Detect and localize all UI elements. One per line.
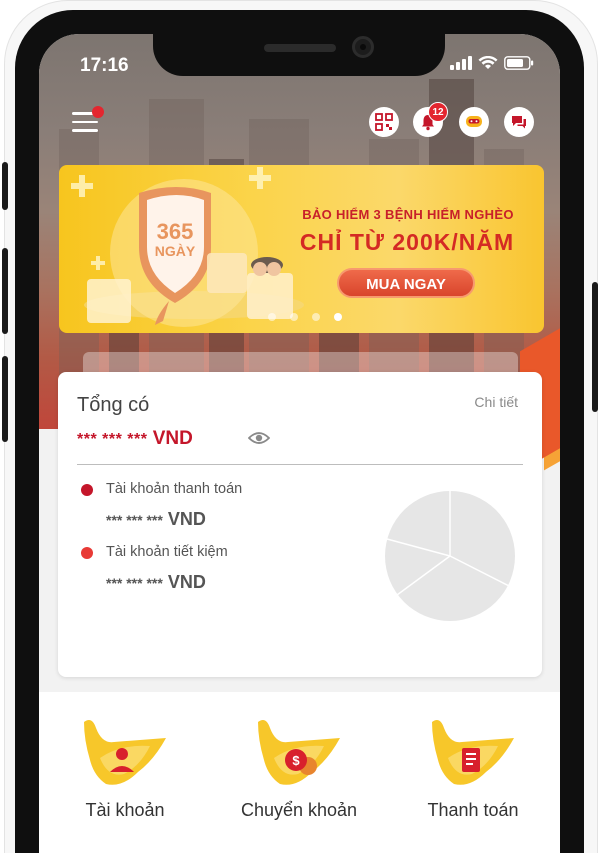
battery-icon [504,56,534,70]
carousel-dot[interactable] [268,313,276,321]
account-shortcut[interactable]: Tài khoản [45,714,205,821]
payment-account-dot [81,484,93,496]
transfer-shortcut[interactable]: $ Chuyển khoản [219,714,379,821]
money-transfer-icon: $ [258,720,340,785]
speaker [264,44,336,52]
volume-up-button [2,248,8,334]
transfer-shortcut-label: Chuyển khoản [240,800,358,820]
chat-button[interactable] [504,107,534,137]
wifi-icon [478,56,498,69]
qr-code-icon [375,113,393,131]
carousel-dot[interactable] [312,313,320,321]
user-icon [84,720,166,785]
eye-icon[interactable] [248,430,270,446]
payment-shortcut-label: Thanh toán [427,800,519,820]
payment-account-value: *** *** *** VND [106,509,206,529]
notification-badge: 12 [428,102,448,122]
total-mask: *** *** *** [77,431,148,448]
savings-account-value: *** *** *** VND [106,572,206,592]
total-balance: *** *** *** VND [77,428,193,450]
qr-button[interactable] [369,107,399,137]
chatbot-button[interactable] [459,107,489,137]
chatbot-icon [466,116,482,127]
card-divider [77,464,523,465]
menu-notification-dot [92,106,104,118]
banner-headline: BẢO HIỂM 3 BỆNH HIỂM NGHÈO [302,207,514,222]
badge-unit: NGÀY [154,243,196,259]
buy-now-button[interactable]: MUA NGAY [337,268,475,298]
balance-pie-chart [385,491,515,621]
carousel-dots[interactable] [268,313,342,321]
account-shortcut-label: Tài khoản [85,800,165,820]
detail-link[interactable]: Chi tiết [474,394,518,410]
balance-card: Tổng có Chi tiết *** *** *** VND Tài kho… [58,372,542,677]
carousel-dot[interactable] [290,313,298,321]
status-time: 17:16 [80,55,129,76]
signal-icon [450,56,472,70]
volume-down-button [2,356,8,442]
front-camera [352,36,374,58]
power-button [592,282,598,412]
payment-account-label: Tài khoản thanh toán [106,481,243,497]
carousel-dot-active[interactable] [334,313,342,321]
svg-text:$: $ [292,753,300,768]
total-currency: VND [152,428,193,449]
promo-banner[interactable]: 365 NGÀY BẢO HIỂM 3 BỆNH HIỂM NGHÈO CHỈ … [59,165,544,333]
badge-number: 365 [156,219,194,244]
chat-icon [512,116,526,129]
balance-title: Tổng có [77,394,150,416]
savings-account-dot [81,547,93,559]
notch [153,10,445,76]
bill-icon [432,720,514,785]
payment-shortcut[interactable]: Thanh toán [393,714,553,821]
status-icons [450,56,534,70]
mute-switch [2,162,8,210]
savings-account-label: Tài khoản tiết kiệm [106,544,228,560]
banner-price: CHỈ TỪ 200K/NĂM [299,229,515,255]
